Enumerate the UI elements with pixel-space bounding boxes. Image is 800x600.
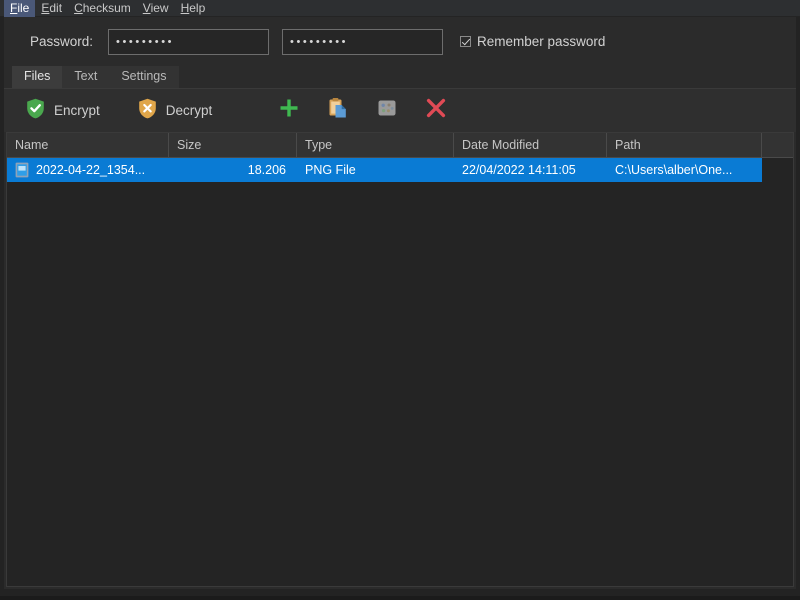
- menu-item-checksum[interactable]: Checksum: [68, 0, 137, 17]
- decrypt-button[interactable]: Decrypt: [138, 98, 213, 124]
- clipboard-paste-icon: [327, 97, 349, 124]
- file-list: Name Size Type Date Modified Path 2022-0…: [6, 132, 794, 587]
- cell-name-text: 2022-04-22_1354...: [36, 163, 146, 177]
- password-input[interactable]: •••••••••: [108, 28, 270, 55]
- menu-item-file[interactable]: File: [4, 0, 36, 17]
- tab-files[interactable]: Files: [12, 66, 63, 88]
- shield-check-icon: [26, 98, 45, 124]
- menu-item-view[interactable]: View: [137, 0, 175, 17]
- add-file-button[interactable]: [274, 96, 304, 126]
- shield-x-icon: [138, 98, 157, 124]
- column-header-date-modified[interactable]: Date Modified: [454, 133, 607, 157]
- tab-strip-filler: [179, 87, 796, 88]
- remove-file-button[interactable]: [421, 96, 451, 126]
- grid-view-button[interactable]: [372, 96, 402, 126]
- cell-size: 18.206: [247, 163, 286, 177]
- decrypt-label: Decrypt: [165, 103, 213, 118]
- remember-password-checkbox[interactable]: Remember password: [460, 34, 605, 49]
- menu-item-edit[interactable]: Edit: [35, 0, 68, 17]
- menu-item-help-rest: elp: [189, 0, 206, 15]
- menu-item-checksum-mnemonic: C: [74, 0, 83, 15]
- menu-item-file-rest: ile: [17, 0, 30, 15]
- column-header-type[interactable]: Type: [297, 133, 454, 157]
- toolbar: Encrypt Decrypt: [4, 88, 796, 132]
- tab-strip: Files Text Settings: [4, 66, 796, 88]
- remember-password-label: Remember password: [477, 34, 606, 49]
- main-content-area: Password: ••••••••• ••••••••• Remember p…: [0, 17, 800, 589]
- grid-disabled-icon: [376, 97, 398, 124]
- file-list-body[interactable]: 2022-04-22_1354... 18.206 PNG File 22/04…: [7, 158, 793, 586]
- window-bottom-edge: [0, 596, 800, 600]
- status-bar: [0, 589, 800, 596]
- menu-item-help-mnemonic: H: [180, 0, 190, 15]
- password-confirm-input[interactable]: •••••••••: [282, 28, 444, 55]
- plus-icon: [278, 97, 300, 124]
- menu-item-checksum-rest: hecksum: [82, 0, 131, 15]
- red-x-icon: [425, 97, 447, 124]
- menu-item-help[interactable]: Help: [175, 0, 212, 17]
- cell-path: C:\Users\alber\One...: [615, 163, 733, 177]
- tab-settings[interactable]: Settings: [109, 66, 179, 88]
- encrypt-label: Encrypt: [54, 103, 100, 118]
- menu-item-view-mnemonic: V: [142, 0, 151, 15]
- menu-item-view-rest: iew: [150, 0, 169, 15]
- paste-button[interactable]: [323, 96, 353, 126]
- checkbox-checked-icon: [460, 36, 472, 47]
- cell-name: 2022-04-22_1354...: [7, 158, 169, 182]
- table-row[interactable]: 2022-04-22_1354... 18.206 PNG File 22/04…: [7, 158, 762, 182]
- column-header-size[interactable]: Size: [169, 133, 297, 157]
- cell-type: PNG File: [305, 163, 356, 177]
- password-row: Password: ••••••••• ••••••••• Remember p…: [4, 17, 796, 66]
- encrypt-button[interactable]: Encrypt: [26, 98, 100, 124]
- image-file-icon: [15, 162, 29, 178]
- file-list-header: Name Size Type Date Modified Path: [7, 133, 793, 158]
- column-header-path[interactable]: Path: [607, 133, 762, 157]
- menu-item-edit-rest: dit: [49, 0, 63, 15]
- column-header-blank[interactable]: [762, 133, 793, 157]
- password-label: Password:: [30, 34, 94, 49]
- column-header-name[interactable]: Name: [7, 133, 169, 157]
- application-window: File Edit Checksum View Help Password: •…: [0, 0, 800, 600]
- tab-text[interactable]: Text: [62, 66, 110, 88]
- menu-bar: File Edit Checksum View Help: [0, 0, 800, 17]
- cell-date-modified: 22/04/2022 14:11:05: [462, 163, 576, 177]
